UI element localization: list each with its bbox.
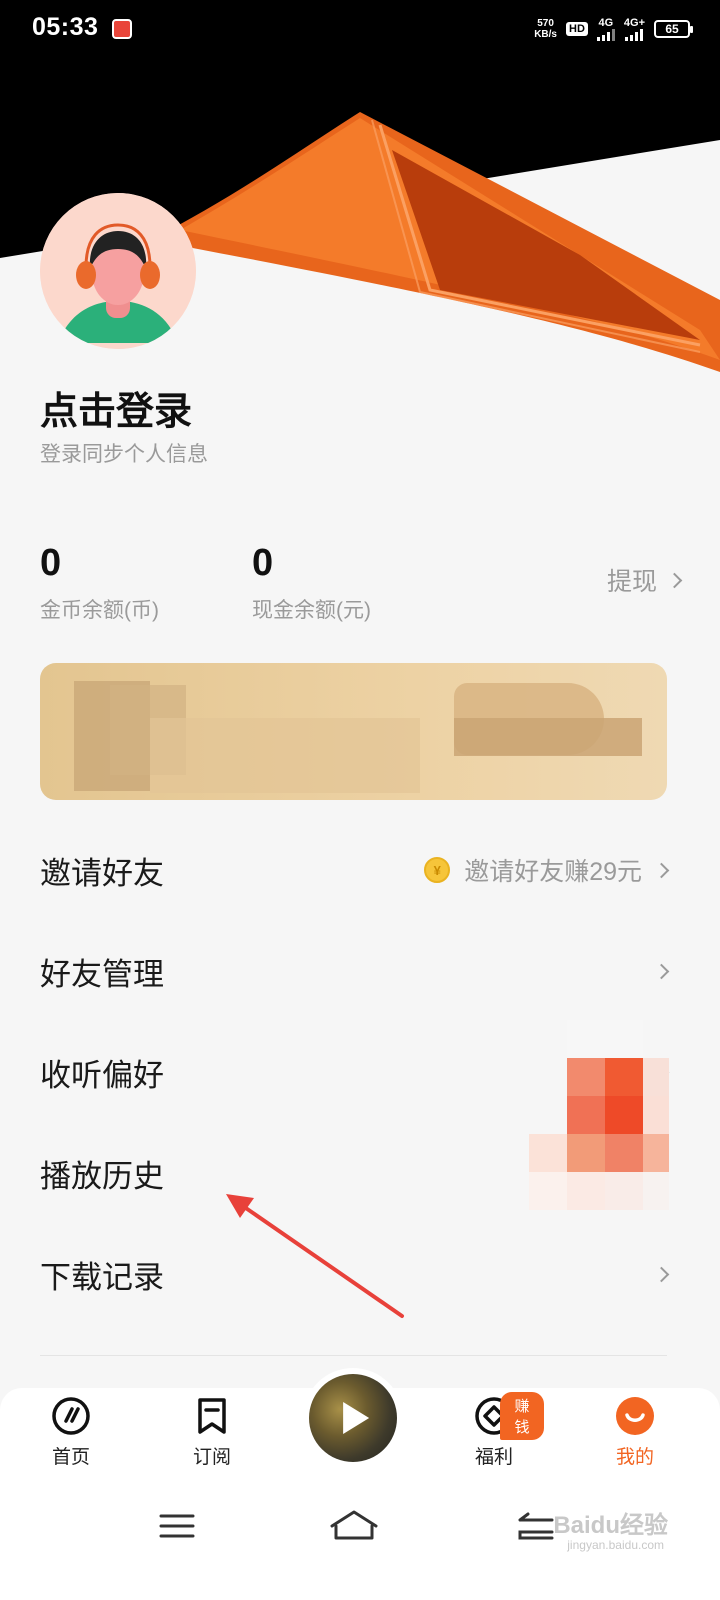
home-slash-icon <box>52 1397 90 1435</box>
me-face-icon <box>616 1397 654 1435</box>
menu-lines-icon[interactable] <box>159 1514 195 1538</box>
now-playing-button[interactable] <box>303 1368 403 1468</box>
back-icon[interactable] <box>518 1512 554 1540</box>
nav-tab-me[interactable]: 我的 <box>585 1396 685 1469</box>
login-title[interactable]: 点击登录 <box>40 380 192 435</box>
play-icon <box>343 1402 370 1434</box>
withdraw-label: 提现 <box>606 568 657 596</box>
cash-balance-label: 现金余额(元) <box>252 599 371 622</box>
withdraw-button[interactable]: 提现 <box>606 562 683 598</box>
sim1-signal-icon: 4G <box>596 17 615 41</box>
coin-balance-value: 0 <box>40 542 62 584</box>
chevron-right-icon <box>653 1266 670 1282</box>
status-bar: 05:33 570 KB/s HD 4G 4G+ 65 <box>0 0 720 60</box>
tomato-app-icon <box>112 19 132 39</box>
menu-item-download-records[interactable]: 下载记录 <box>40 1244 670 1304</box>
promo-banner[interactable] <box>40 663 667 800</box>
home-outline-icon[interactable] <box>330 1510 378 1540</box>
hd-badge: HD <box>566 22 588 36</box>
avatar[interactable] <box>40 193 196 349</box>
nav-tab-home[interactable]: 首页 <box>21 1396 121 1469</box>
nav-tab-welfare[interactable]: 赚钱 福利 <box>444 1392 544 1469</box>
invite-reward-text: 邀请好友赚29元 <box>464 858 642 886</box>
status-time: 05:33 <box>32 13 99 41</box>
user-avatar-illustration-icon <box>40 193 196 349</box>
sim2-signal-icon: 4G+ <box>624 17 645 41</box>
menu-item-friend-management[interactable]: 好友管理 <box>40 941 670 1001</box>
earn-money-badge: 赚钱 <box>500 1392 544 1440</box>
nav-tab-subscribe[interactable]: 订阅 <box>162 1396 262 1469</box>
cash-balance-value: 0 <box>252 542 274 584</box>
watermark-url: jingyan.baidu.com <box>567 1538 664 1552</box>
baidu-jingyan-watermark: Baidu经验 <box>553 1512 668 1539</box>
status-indicators: 570 KB/s HD 4G 4G+ 65 <box>534 14 693 44</box>
login-subtitle: 登录同步个人信息 <box>40 443 208 466</box>
chevron-right-icon <box>653 963 670 979</box>
divider <box>40 1355 667 1356</box>
coin-balance-label: 金币余额(币) <box>40 599 159 622</box>
bookmark-icon <box>198 1398 226 1434</box>
battery-icon: 65 <box>654 20 693 38</box>
chevron-right-icon <box>653 862 670 878</box>
menu-item-invite-friends[interactable]: 邀请好友 ¥ 邀请好友赚29元 <box>40 840 670 900</box>
chevron-right-icon <box>666 572 683 588</box>
pixelated-mosaic-overlay <box>529 1020 669 1210</box>
coin-icon: ¥ <box>424 857 451 883</box>
album-art <box>309 1374 397 1462</box>
network-speed: 570 KB/s <box>534 18 557 40</box>
